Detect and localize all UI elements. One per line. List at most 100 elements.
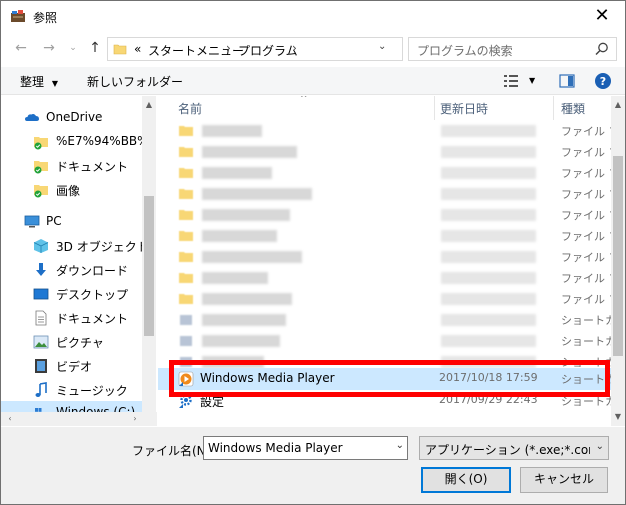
file-type: ファイル フォ [561, 230, 611, 243]
sidebar-item-onedrive[interactable]: OneDrive [1, 106, 142, 130]
redacted-date [441, 272, 536, 284]
filename-input[interactable]: Windows Media Player ⌄ [203, 436, 408, 460]
file-type: ファイル フォ [561, 125, 611, 138]
navigation-horizontal-scrollbar[interactable]: ‹ › [1, 412, 157, 426]
arrow-left-icon: ← [15, 40, 27, 56]
file-row[interactable]: ショートカット [158, 309, 611, 331]
file-row[interactable]: ファイル フォ [158, 288, 611, 310]
search-box[interactable]: プログラムの検索 [408, 37, 617, 61]
column-divider[interactable] [434, 96, 435, 120]
back-button[interactable]: ← [11, 38, 31, 58]
help-icon[interactable]: ? [594, 72, 612, 90]
file-type: ファイル フォ [561, 209, 611, 222]
file-row[interactable]: ファイル フォ [158, 162, 611, 184]
up-button[interactable]: ↑ [85, 38, 105, 58]
redacted-date [441, 230, 536, 242]
file-type: ファイル フォ [561, 167, 611, 180]
address-dropdown-icon[interactable]: ⌄ [378, 41, 386, 52]
sidebar-item-label: ミュージック [56, 384, 128, 398]
file-row[interactable]: ファイル フォ [158, 225, 611, 247]
cancel-button[interactable]: キャンセル [520, 467, 608, 493]
file-list-scrollbar[interactable]: ▲ ▼ [611, 96, 625, 426]
sidebar-item-label: PC [46, 214, 62, 228]
file-row[interactable]: ファイル フォ [158, 120, 611, 142]
sidebar-item-onedrive-documents[interactable]: ドキュメント [1, 154, 142, 178]
file-type: ファイル フォ [561, 272, 611, 285]
chevron-down-icon[interactable]: ⌄ [396, 440, 404, 451]
column-header-name[interactable]: 名前 [178, 100, 202, 117]
view-details-icon[interactable] [503, 74, 519, 88]
sidebar-item-onedrive-folder[interactable]: %E7%94%BB%E5 [1, 130, 142, 154]
close-button[interactable]: ✕ [587, 3, 617, 29]
breadcrumb-chevron-icon[interactable]: › [292, 41, 297, 55]
address-bar[interactable]: « スタートメニュー › プログラム › ⌄ ↻ [107, 37, 504, 61]
file-row[interactable]: ファイル フォ [158, 141, 611, 163]
video-icon [35, 359, 47, 373]
cloud-icon [25, 114, 39, 121]
breadcrumb-overflow[interactable]: « [134, 42, 141, 56]
sidebar-item-downloads[interactable]: ダウンロード [1, 258, 142, 282]
sidebar-item-label: %E7%94%BB%E5 [56, 134, 142, 148]
breadcrumb-chevron-icon[interactable]: › [226, 41, 231, 55]
file-row[interactable]: ファイル フォ [158, 183, 611, 205]
column-divider[interactable] [553, 96, 554, 120]
scrollbar-thumb[interactable] [144, 196, 154, 336]
open-button[interactable]: 開く(O) [421, 467, 511, 493]
dialog-footer: ファイル名(N): Windows Media Player ⌄ アプリケーショ… [1, 427, 625, 504]
file-type: ファイル フォ [561, 251, 611, 264]
folder-icon [179, 189, 193, 199]
redacted-date [441, 125, 536, 137]
navigation-bar: ← → ⌄ ↑ « スタートメニュー › プログラム › ⌄ ↻ プログラムの検… [1, 34, 625, 64]
sidebar-item-3d-objects[interactable]: 3D オブジェクト [1, 234, 142, 258]
redacted-date [441, 335, 536, 347]
chevron-down-icon[interactable]: ⌄ [596, 441, 604, 452]
organize-button[interactable]: 整理 ▼ [20, 73, 58, 90]
scroll-up-icon[interactable]: ▲ [611, 98, 625, 112]
sidebar-item-onedrive-images[interactable]: 画像 [1, 178, 142, 202]
organize-label: 整理 [20, 75, 45, 89]
scroll-left-icon[interactable]: ‹ [3, 412, 17, 426]
filetype-select[interactable]: アプリケーション (*.exe;*.com;*.icd ⌄ [419, 436, 609, 460]
breadcrumb-programs[interactable]: プログラム [238, 42, 298, 59]
scroll-right-icon[interactable]: › [128, 412, 142, 426]
sidebar-item-desktop[interactable]: デスクトップ [1, 282, 142, 306]
sidebar-item-music[interactable]: ミュージック [1, 378, 142, 402]
file-row[interactable]: ファイル フォ [158, 267, 611, 289]
redacted-name [202, 188, 312, 200]
recent-dropdown[interactable]: ⌄ [63, 38, 83, 58]
column-header-date[interactable]: 更新日時 [440, 100, 488, 117]
preview-pane-icon[interactable] [559, 74, 575, 88]
sidebar-item-label: ビデオ [56, 360, 93, 374]
sidebar-item-label: ドキュメント [56, 160, 129, 174]
redacted-date [441, 188, 536, 200]
sidebar-item-pictures[interactable]: ピクチャ [1, 330, 142, 354]
file-row[interactable]: ショートカット [158, 330, 611, 352]
redacted-name [202, 209, 290, 221]
scrollbar-thumb[interactable] [613, 156, 623, 356]
navigation-scrollbar[interactable]: ▲ ▼ [142, 96, 156, 426]
redacted-name [202, 251, 302, 263]
redacted-date [441, 167, 536, 179]
navigation-pane: OneDrive %E7%94%BB%E5 ドキュメント [1, 96, 157, 426]
sidebar-item-documents[interactable]: ドキュメント [1, 306, 142, 330]
sidebar-item-label: 画像 [56, 184, 81, 198]
sidebar-item-videos[interactable]: ビデオ [1, 354, 142, 378]
filetype-value: アプリケーション (*.exe;*.com;*.icd [425, 443, 590, 457]
folder-icon [113, 44, 127, 55]
search-icon [595, 42, 608, 56]
music-icon [35, 382, 47, 397]
folder-icon [179, 168, 193, 178]
folder-icon [179, 126, 193, 136]
file-row[interactable]: ファイル フォ [158, 204, 611, 226]
file-row[interactable]: ファイル フォ [158, 246, 611, 268]
scroll-down-icon[interactable]: ▼ [611, 410, 625, 424]
desktop-icon [33, 288, 49, 300]
view-dropdown-icon[interactable]: ▼ [529, 76, 535, 85]
new-folder-button[interactable]: 新しいフォルダー [87, 73, 183, 90]
forward-button[interactable]: → [39, 38, 59, 58]
column-header-type[interactable]: 種類 [561, 100, 585, 117]
sidebar-item-pc[interactable]: PC [1, 210, 142, 234]
arrow-right-icon: → [43, 40, 55, 56]
scroll-up-icon[interactable]: ▲ [142, 98, 156, 112]
redacted-date [441, 251, 536, 263]
